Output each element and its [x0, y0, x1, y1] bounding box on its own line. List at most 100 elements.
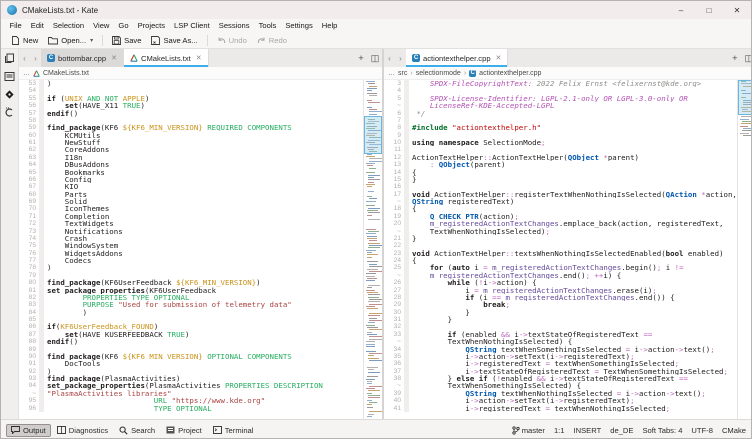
- code-line[interactable]: 18{: [384, 205, 737, 212]
- code-line[interactable]: 4: [384, 87, 737, 94]
- open-dropdown-chevron[interactable]: ▾: [90, 37, 93, 44]
- code-line[interactable]: 74 Crash: [19, 235, 363, 242]
- tab-back-icon[interactable]: ‹: [384, 49, 395, 67]
- git-icon[interactable]: [4, 89, 15, 100]
- menu-go[interactable]: Go: [114, 21, 133, 30]
- open-button[interactable]: Open... ▾: [43, 34, 98, 47]
- git-branch-status[interactable]: master: [512, 426, 545, 435]
- code-line[interactable]: 83 PURPOSE "Used for submission of telem…: [19, 301, 363, 308]
- code-line[interactable]: 54: [19, 87, 363, 94]
- tab-close-icon[interactable]: ✕: [496, 54, 502, 62]
- code-line[interactable]: 6 */: [384, 110, 737, 117]
- tab-forward-icon[interactable]: ›: [395, 49, 406, 67]
- minimap-view-rect[interactable]: [364, 116, 382, 154]
- menu-sessions[interactable]: Sessions: [214, 21, 254, 30]
- code-line[interactable]: 40 i->action->setText(i->registeredText)…: [384, 397, 737, 404]
- code-line[interactable]: 73 Notifications: [19, 228, 363, 235]
- new-tab-button[interactable]: +: [354, 49, 368, 67]
- code-line[interactable]: 34 QString textWhenSomethingIsSelected =…: [384, 346, 737, 353]
- code-line[interactable]: 30 }: [384, 309, 737, 316]
- code-line[interactable]: 92): [19, 368, 363, 375]
- code-line[interactable]: 64 DBusAddons: [19, 161, 363, 168]
- code-line[interactable]: 81set_package_properties(KF6UserFeedback: [19, 287, 363, 294]
- project-toggle[interactable]: Project: [161, 424, 207, 437]
- tab-mode[interactable]: Soft Tabs: 4: [642, 426, 682, 435]
- filesystem-icon[interactable]: [4, 71, 15, 82]
- output-toggle[interactable]: Output: [6, 424, 51, 437]
- code-line[interactable]: 68 Parts: [19, 191, 363, 198]
- dictionary[interactable]: de_DE: [610, 426, 633, 435]
- tab-bottombar-cpp[interactable]: C bottombar.cpp ✕: [41, 49, 124, 67]
- code-line[interactable]: 75 WindowSystem: [19, 242, 363, 249]
- tab-actiontexthelper-cpp[interactable]: C actiontexthelper.cpp ✕: [406, 49, 508, 67]
- code-line[interactable]: 27 i = m_registeredActionTextChanges.era…: [384, 287, 737, 294]
- breadcrumb-item[interactable]: selectionmode: [416, 70, 461, 77]
- code-line[interactable]: 15}: [384, 176, 737, 183]
- code-line[interactable]: 60 KCMUtils: [19, 132, 363, 139]
- code-line[interactable]: 14{: [384, 169, 737, 176]
- menu-projects[interactable]: Projects: [133, 21, 169, 30]
- menu-settings[interactable]: Settings: [281, 21, 317, 30]
- menu-edit[interactable]: Edit: [26, 21, 48, 30]
- code-line[interactable]: 39 QString textWhenNothingIsSelected = i…: [384, 390, 737, 397]
- code-line[interactable]: 5 SPDX-License-Identifier: LGPL-2.1-only…: [384, 95, 737, 102]
- code-line[interactable]: 29 break;: [384, 301, 737, 308]
- code-line[interactable]: 16: [384, 183, 737, 190]
- cursor-position[interactable]: 1:1: [554, 426, 565, 435]
- code-line[interactable]: 72 TextWidgets: [19, 220, 363, 227]
- split-view-icon[interactable]: ◫: [368, 49, 382, 67]
- code-line[interactable]: 25 for (auto i = m_registeredActionTextC…: [384, 264, 737, 271]
- code-line[interactable]: 61 NewStuff: [19, 139, 363, 146]
- diagnostics-toggle[interactable]: Diagnostics: [52, 424, 113, 437]
- menu-selection[interactable]: Selection: [48, 21, 88, 30]
- code-line[interactable]: 85: [19, 316, 363, 323]
- breadcrumb-item[interactable]: src: [398, 70, 407, 77]
- tab-close-icon[interactable]: ✕: [111, 54, 117, 62]
- code-line[interactable]: 58: [19, 117, 363, 124]
- minimize-button[interactable]: –: [667, 1, 695, 19]
- code-line[interactable]: 67 KIO: [19, 183, 363, 190]
- code-line[interactable]: 57endif(): [19, 110, 363, 117]
- code-line[interactable]: 95 URL "https://www.kde.org": [19, 397, 363, 404]
- code-line[interactable]: 21}: [384, 235, 737, 242]
- code-line[interactable]: ~ TextWhenNothingIsSelected) {: [384, 338, 737, 345]
- close-button[interactable]: ✕: [723, 1, 751, 19]
- minimap-view-rect[interactable]: [738, 80, 752, 115]
- left-editor[interactable]: 53)5455if (UNIX AND NOT APPLE)56 set(HAV…: [19, 80, 382, 419]
- code-line[interactable]: 41 i->registeredText = textWhenNothingIs…: [384, 405, 737, 412]
- code-line[interactable]: 55if (UNIX AND NOT APPLE): [19, 95, 363, 102]
- code-line[interactable]: 89: [19, 346, 363, 353]
- code-line[interactable]: 87 set(HAVE_KUSERFEEDBACK TRUE): [19, 331, 363, 338]
- code-line[interactable]: 80find_package(KF6UserFeedback ${KF6_MIN…: [19, 279, 363, 286]
- code-line[interactable]: 63 I18n: [19, 154, 363, 161]
- save-as-button[interactable]: Save As...: [146, 34, 202, 47]
- code-line[interactable]: ~ m_registeredActionTextChanges.end(); +…: [384, 272, 737, 279]
- code-line[interactable]: 79: [19, 272, 363, 279]
- breadcrumb-overflow[interactable]: …: [388, 70, 395, 77]
- right-editor[interactable]: 3 SPDX-FileCopyrightText: 2022 Felix Ern…: [384, 80, 752, 419]
- code-line[interactable]: 77 Codecs: [19, 257, 363, 264]
- input-mode[interactable]: INSERT: [574, 426, 602, 435]
- tab-close-icon[interactable]: ✕: [196, 54, 202, 62]
- code-line[interactable]: 38 } else if (!enabled && i->textStateOf…: [384, 375, 737, 382]
- new-button[interactable]: New: [6, 34, 43, 47]
- code-line[interactable]: 91 DocTools: [19, 360, 363, 367]
- code-line[interactable]: 94set_package_properties(PlasmaActivitie…: [19, 382, 363, 389]
- code-line[interactable]: 59find_package(KF6 ${KF6_MIN_VERSION} RE…: [19, 124, 363, 131]
- code-line[interactable]: 26 while (!i->action) {: [384, 279, 737, 286]
- code-line[interactable]: ~"PlasmaActivities libraries": [19, 390, 363, 397]
- maximize-button[interactable]: □: [695, 1, 723, 19]
- tab-cmakelists-txt[interactable]: CMakeLists.txt ✕: [124, 49, 209, 67]
- code-line[interactable]: 88endif(): [19, 338, 363, 345]
- code-line[interactable]: 17void ActionTextHelper::registerTextWhe…: [384, 191, 737, 198]
- code-line[interactable]: 53): [19, 80, 363, 87]
- code-line[interactable]: 32: [384, 323, 737, 330]
- code-lines[interactable]: 3 SPDX-FileCopyrightText: 2022 Felix Ern…: [384, 80, 737, 419]
- code-line[interactable]: 31 }: [384, 316, 737, 323]
- code-line[interactable]: 28 if (i == m_registeredActionTextChange…: [384, 294, 737, 301]
- undo-button[interactable]: Undo: [212, 34, 252, 47]
- code-line[interactable]: 11: [384, 146, 737, 153]
- code-line[interactable]: 76 WidgetsAddons: [19, 250, 363, 257]
- code-line[interactable]: 36 i->registeredText = textWhenSomething…: [384, 360, 737, 367]
- search-toggle[interactable]: Search: [114, 424, 160, 437]
